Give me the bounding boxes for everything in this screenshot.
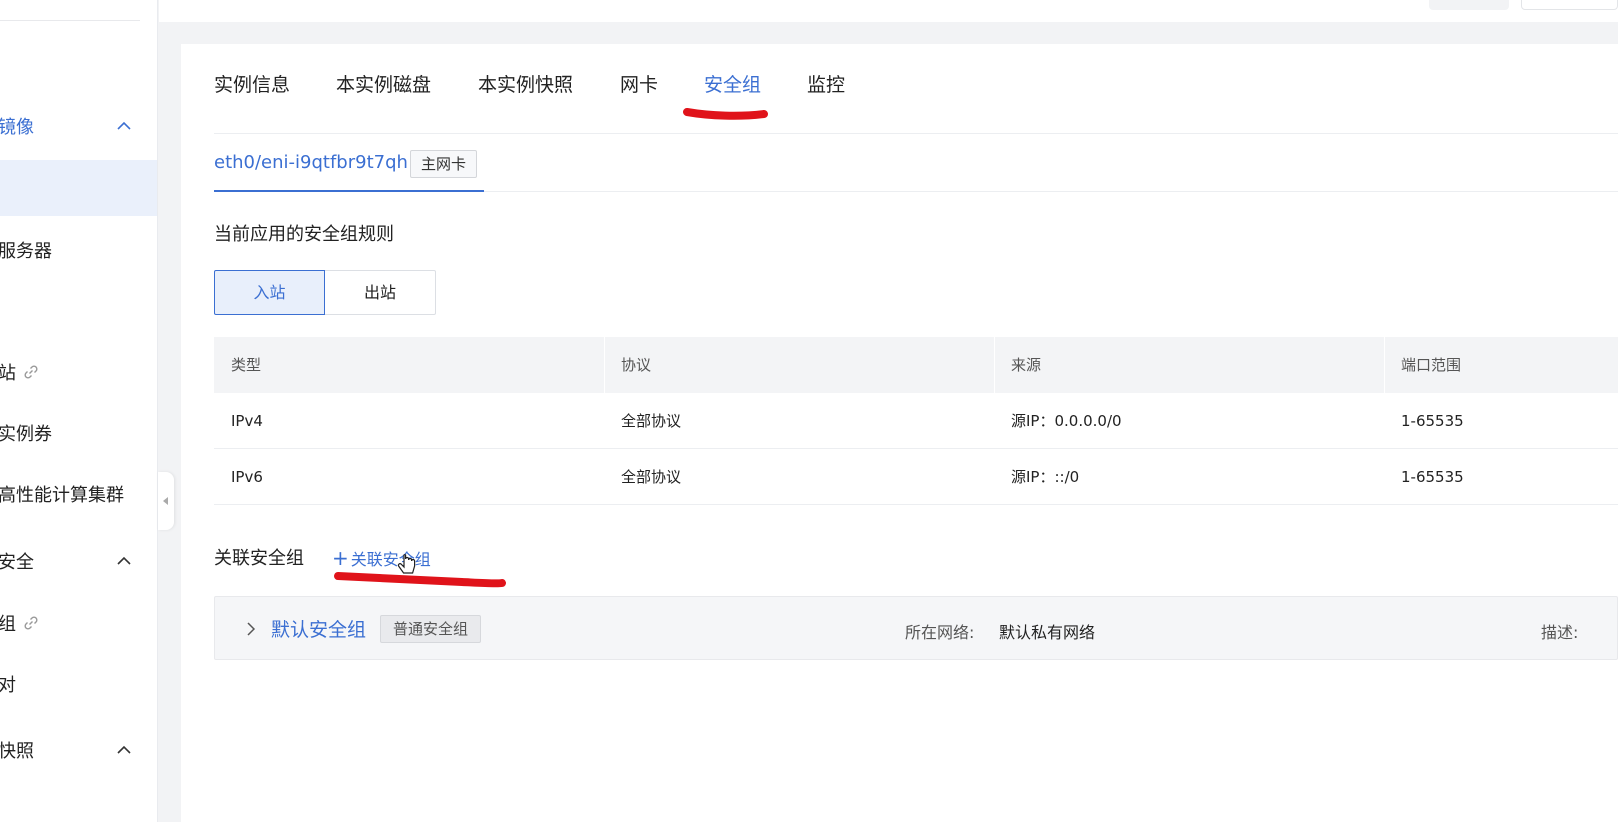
column-header-ports: 端口范围 <box>1383 337 1461 393</box>
column-header-source: 来源 <box>993 337 1041 393</box>
nic-subtabs: eth0/eni-i9qtfbr9t7qh 主网卡 <box>214 144 1618 192</box>
sidebar-item-station[interactable]: 站 <box>0 352 157 392</box>
sidebar-collapse-handle[interactable] <box>158 472 174 530</box>
column-header-type: 类型 <box>231 356 262 374</box>
tab-security-group[interactable]: 安全组 <box>704 66 761 106</box>
detail-tabs: 实例信息 本实例磁盘 本实例快照 网卡 安全组 监控 <box>214 66 1618 134</box>
cell-ports: 1-65535 <box>1401 412 1464 430</box>
column-header-protocol: 协议 <box>603 337 651 393</box>
cell-ports: 1-65535 <box>1401 468 1464 486</box>
chevron-up-icon <box>117 745 131 754</box>
sidebar: 镜像 服务器 站 实例券 高性能计算集群 安全 组 <box>0 0 158 822</box>
sidebar-item-label: 实例券 <box>0 424 52 445</box>
top-header <box>159 0 1618 22</box>
sidebar-item-hpc-cluster[interactable]: 高性能计算集群 <box>0 474 157 514</box>
tab-instance-info[interactable]: 实例信息 <box>214 66 290 106</box>
associate-button-label: 关联安全组 <box>350 550 431 569</box>
sidebar-item-label: 站 <box>0 359 16 385</box>
associate-security-group-button[interactable]: + 关联安全组 <box>332 546 431 570</box>
sidebar-item-selected[interactable] <box>0 160 157 216</box>
sidebar-item-voucher[interactable]: 实例券 <box>0 413 157 453</box>
rules-table: 类型 协议 来源 端口范围 IPv4 全部协议 源IP：0.0.0.0/0 1-… <box>214 337 1618 505</box>
tab-instance-disks[interactable]: 本实例磁盘 <box>336 66 431 106</box>
sidebar-item-label: 服务器 <box>0 241 52 262</box>
table-header: 类型 协议 来源 端口范围 <box>214 337 1618 393</box>
description-label: 描述: <box>1541 623 1579 642</box>
associate-label: 关联安全组 <box>214 548 304 569</box>
primary-nic-badge: 主网卡 <box>410 150 478 178</box>
header-button[interactable] <box>1521 0 1618 10</box>
tab-monitoring[interactable]: 监控 <box>807 66 845 106</box>
sidebar-item-label: 组 <box>0 610 16 636</box>
caret-left-icon <box>163 497 168 505</box>
plus-icon: + <box>332 546 349 570</box>
table-row: IPv4 全部协议 源IP：0.0.0.0/0 1-65535 <box>214 393 1618 449</box>
sidebar-item-label: 高性能计算集群 <box>0 485 124 506</box>
cell-type: IPv6 <box>231 468 263 486</box>
direction-toggle: 入站 出站 <box>214 270 436 315</box>
sidebar-item-label: 安全 <box>0 552 34 573</box>
security-group-row[interactable]: 默认安全组 普通安全组 所在网络: 默认私有网络 描述: <box>214 596 1618 660</box>
sidebar-group-security[interactable]: 安全 <box>0 541 157 581</box>
network-label: 所在网络: <box>905 623 975 642</box>
link-icon <box>24 616 38 630</box>
network-value: 默认私有网络 <box>999 623 1096 642</box>
tab-instance-snapshots[interactable]: 本实例快照 <box>478 66 573 106</box>
table-row: IPv6 全部协议 源IP：::/0 1-65535 <box>214 449 1618 505</box>
inbound-button[interactable]: 入站 <box>214 270 325 315</box>
cell-source: 源IP：::/0 <box>1011 468 1080 486</box>
sidebar-group-image[interactable]: 镜像 <box>0 106 157 146</box>
cell-type: IPv4 <box>231 412 263 430</box>
outbound-button[interactable]: 出站 <box>325 270 436 315</box>
nic-id: eth0/eni-i9qtfbr9t7qh <box>214 152 408 173</box>
sidebar-item-server[interactable]: 服务器 <box>0 230 157 270</box>
sidebar-item-label: 快照 <box>0 741 34 762</box>
sidebar-group-snapshot[interactable]: 快照 <box>0 730 157 770</box>
chevron-up-icon <box>117 556 131 565</box>
link-icon <box>24 365 38 379</box>
cell-protocol: 全部协议 <box>621 468 682 486</box>
associate-section: 关联安全组 + 关联安全组 <box>214 544 814 572</box>
chevron-right-icon[interactable] <box>243 621 259 637</box>
header-button[interactable] <box>1429 0 1509 10</box>
cell-protocol: 全部协议 <box>621 412 682 430</box>
rules-title: 当前应用的安全组规则 <box>214 224 394 245</box>
cell-source: 源IP：0.0.0.0/0 <box>1011 412 1122 430</box>
security-group-name[interactable]: 默认安全组 <box>271 615 366 642</box>
instance-detail-card: 实例信息 本实例磁盘 本实例快照 网卡 安全组 监控 eth0/eni-i9qt… <box>181 44 1618 822</box>
sidebar-item-label: 对 <box>0 671 16 697</box>
tab-nic[interactable]: 网卡 <box>620 66 658 106</box>
sidebar-divider <box>0 20 140 21</box>
security-group-type-tag: 普通安全组 <box>380 615 482 643</box>
sidebar-item-security-group[interactable]: 组 <box>0 603 157 643</box>
chevron-up-icon <box>117 121 131 130</box>
sidebar-item-keypair[interactable]: 对 <box>0 664 157 704</box>
nic-tab[interactable]: eth0/eni-i9qtfbr9t7qh 主网卡 <box>214 144 484 192</box>
sidebar-item-label: 镜像 <box>0 117 34 138</box>
